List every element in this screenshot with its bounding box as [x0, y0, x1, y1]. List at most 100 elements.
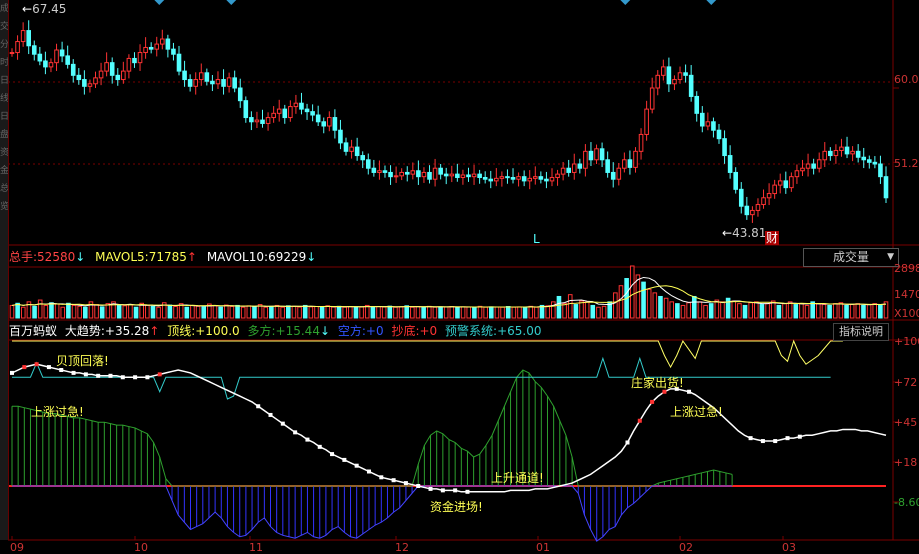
volume-bar	[816, 303, 821, 319]
volume-bar	[629, 265, 635, 319]
candle-up	[805, 163, 811, 169]
candle-up	[154, 43, 160, 50]
volume-bar	[240, 306, 246, 319]
volume-bar	[567, 294, 573, 319]
volume-bar	[472, 306, 477, 319]
volume-bar	[799, 303, 804, 319]
candle-down	[505, 176, 510, 179]
volume-bar	[770, 300, 776, 319]
candle-up	[532, 176, 538, 179]
candle-up	[432, 167, 438, 180]
trend-marker	[71, 370, 76, 375]
annotation-label: 贝顶回落!	[56, 354, 109, 368]
candle-down	[477, 173, 482, 179]
volume-bar	[878, 304, 883, 319]
candle-down	[482, 177, 488, 180]
candle-down	[26, 30, 32, 47]
candle-up	[649, 87, 655, 110]
volume-bar	[703, 304, 708, 319]
chart-canvas[interactable]	[0, 0, 919, 553]
candle-down	[237, 87, 243, 102]
candle-down	[416, 170, 421, 178]
volume-bar	[302, 304, 308, 319]
month-label: 03	[782, 541, 796, 554]
volume-bar	[765, 303, 770, 319]
volume-bar	[314, 306, 319, 319]
trend-marker	[366, 469, 371, 474]
volume-bar	[714, 299, 720, 319]
indicator-axis-label: +72	[894, 376, 918, 389]
volume-bar	[9, 304, 15, 319]
candle-up	[499, 176, 505, 179]
candle-up	[193, 79, 199, 87]
candle-down	[249, 117, 254, 123]
volume-bar	[618, 285, 624, 319]
volume-bar	[54, 303, 60, 319]
trend-marker	[785, 436, 790, 441]
candle-down	[488, 178, 494, 182]
candle-up	[288, 106, 293, 119]
marker-cai[interactable]: 财	[765, 231, 780, 245]
volume-bar	[590, 304, 596, 319]
candle-up	[622, 159, 627, 169]
volume-bar	[545, 305, 550, 319]
trend-marker	[748, 436, 753, 441]
trend-marker	[268, 412, 273, 417]
trend-marker	[34, 362, 39, 367]
candle-down	[354, 146, 360, 157]
candle-down	[332, 117, 338, 131]
volume-bar	[449, 306, 455, 319]
candle-down	[666, 66, 672, 85]
candle-up	[198, 72, 204, 81]
left-sidebar-tabs[interactable]: 成交分时日线日盘资金总览	[0, 0, 9, 540]
candle-down	[861, 156, 867, 161]
candle-down	[538, 176, 544, 180]
candle-up	[48, 62, 54, 68]
trend-marker	[120, 375, 125, 380]
candle-down	[187, 79, 193, 87]
candle-down	[866, 159, 872, 163]
candle-down	[466, 174, 471, 178]
trend-marker	[133, 375, 138, 380]
candle-up	[816, 159, 822, 169]
volume-bar	[37, 299, 43, 319]
volume-axis-label: X100	[894, 307, 919, 320]
trend-marker	[330, 452, 335, 457]
volume-bar	[686, 302, 691, 319]
volume-bar	[60, 306, 66, 319]
trend-marker	[440, 488, 445, 493]
volume-bar	[522, 306, 528, 319]
volume-bar	[579, 300, 584, 319]
volume-bar	[669, 301, 675, 319]
candle-up	[638, 133, 644, 152]
trend-marker	[453, 488, 458, 493]
volume-bar	[43, 304, 49, 319]
trend-marker	[293, 430, 298, 435]
volume-bar	[145, 304, 150, 319]
candle-down	[382, 170, 388, 173]
indicator-help-button[interactable]: 指标说明	[833, 323, 889, 341]
candle-down	[109, 62, 115, 76]
candle-down	[711, 121, 716, 131]
volume-bar	[596, 306, 601, 319]
indicator-axis-label: -8.60	[894, 496, 919, 509]
candle-up	[516, 176, 521, 180]
month-label: 12	[395, 541, 409, 554]
candle-down	[321, 121, 327, 127]
candle-up	[839, 146, 844, 151]
volume-bar	[133, 306, 139, 319]
candle-down	[31, 45, 37, 55]
high-price-label: ←67.45	[22, 2, 67, 16]
candle-down	[577, 163, 583, 169]
candle-up	[761, 197, 766, 206]
kline-chart-window[interactable]: 成交分时日线日盘资金总览 ←67.45 ←43.81 L 财 60.0 51.2…	[0, 0, 919, 554]
candle-down	[605, 159, 610, 173]
candle-up	[822, 150, 828, 161]
volume-bar	[748, 302, 753, 319]
candle-down	[388, 171, 393, 178]
volume-legend: 总手:52580↓ MAVOL5:71785↑ MAVOL10:69229↓	[9, 250, 317, 264]
volume-indicator-dropdown[interactable]: 成交量 ▼	[803, 248, 899, 267]
candle-up	[226, 77, 232, 87]
candle-down	[260, 119, 265, 124]
volume-bar	[432, 306, 438, 319]
